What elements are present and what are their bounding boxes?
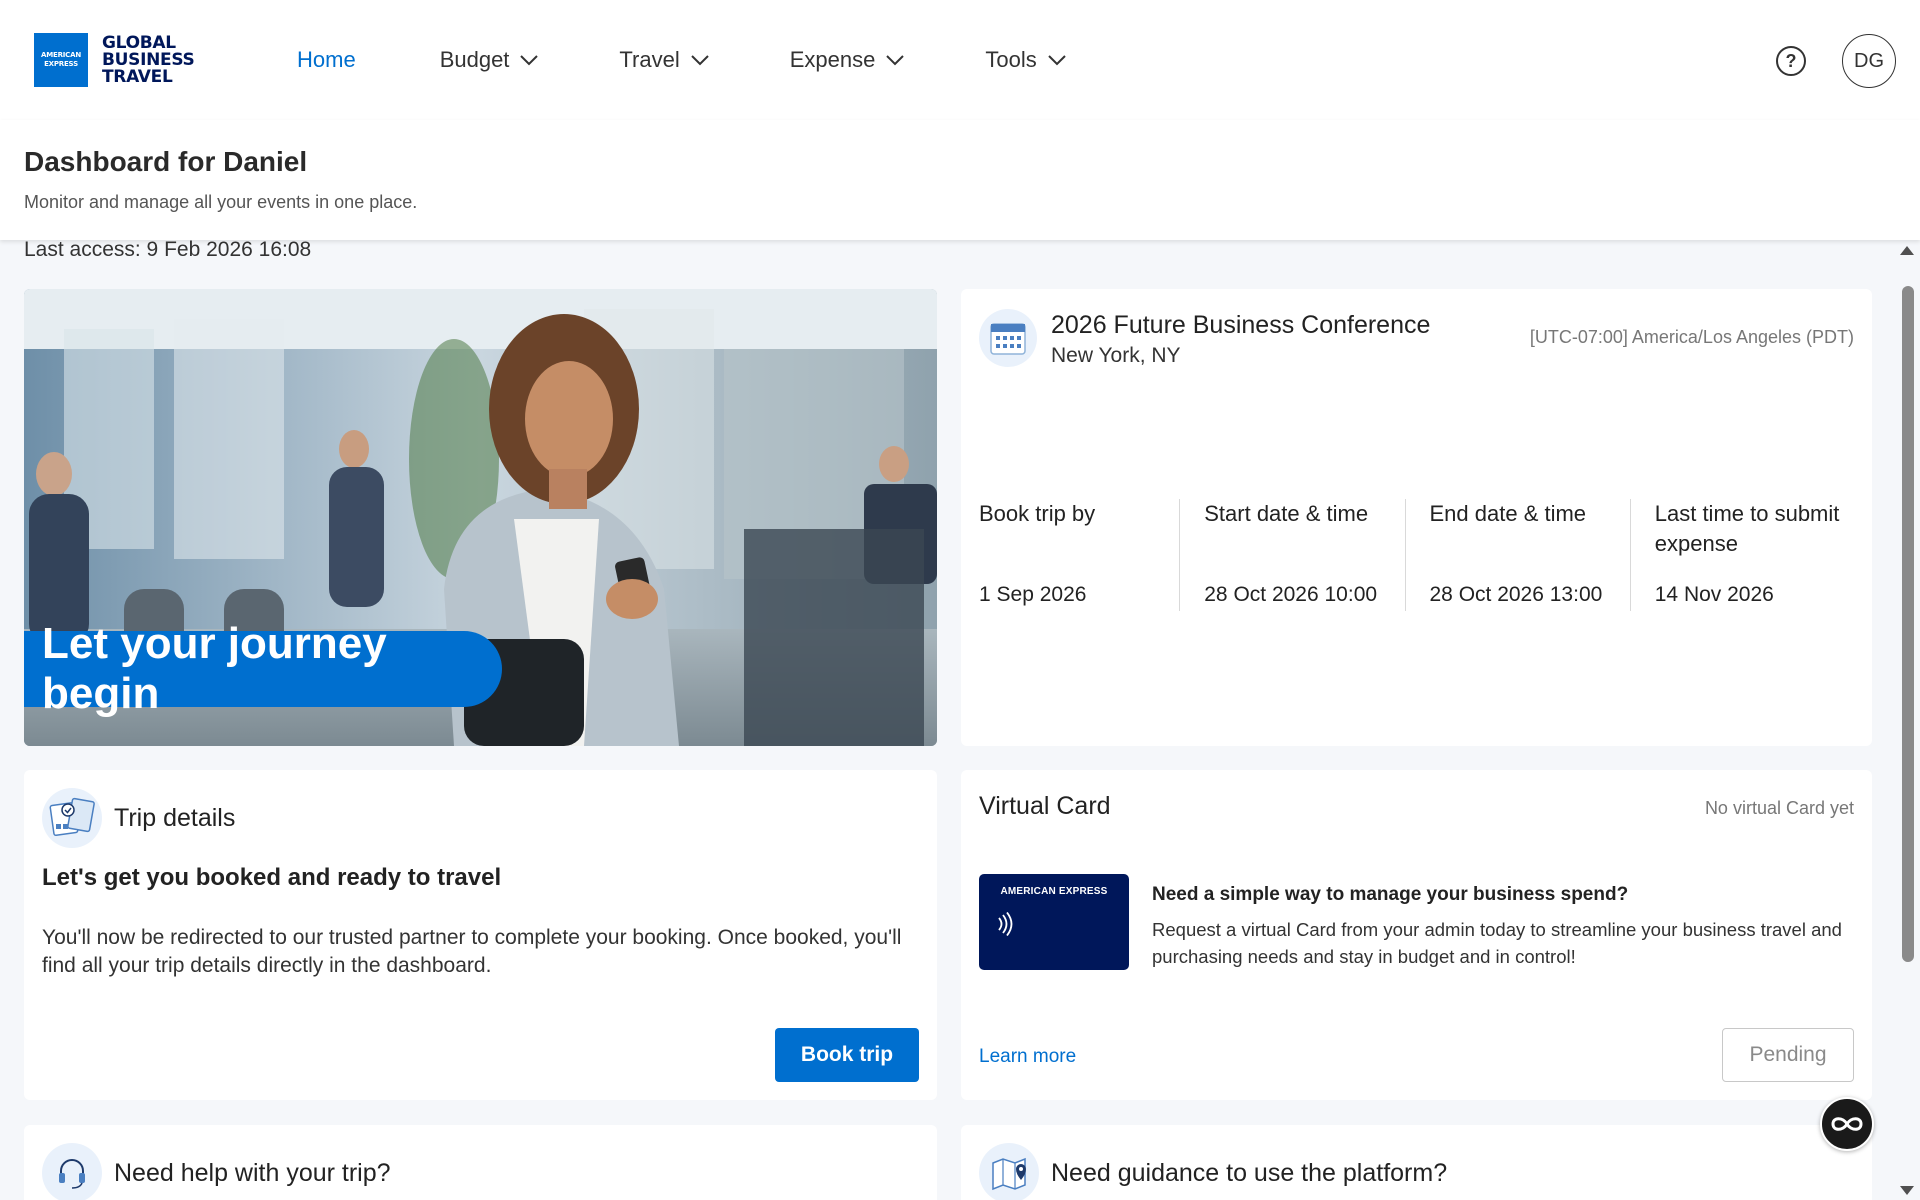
chat-assistant-button[interactable]: [1820, 1097, 1874, 1151]
date-label: Book trip by: [979, 501, 1096, 526]
event-timezone: [UTC-07:00] America/Los Angeles (PDT): [1529, 327, 1854, 347]
map-pin-icon: [979, 1143, 1039, 1200]
amex-card-image: AMERICAN EXPRESS: [979, 874, 1129, 970]
event-title: 2026 Future Business Conference: [1051, 311, 1431, 339]
date-label: End date & time: [1429, 501, 1587, 526]
date-value: 1 Sep 2026: [979, 583, 1087, 606]
main-nav: Home Budget Travel Expense Tools: [297, 45, 1067, 75]
user-avatar[interactable]: DG: [1842, 34, 1896, 88]
trip-details-title: Trip details: [114, 804, 236, 832]
logo-text-line: TRAVEL: [102, 66, 173, 87]
contactless-icon: [998, 912, 1013, 936]
chevron-down-icon: [691, 55, 709, 66]
virtual-card-question: Need a simple way to manage your busines…: [1152, 884, 1629, 905]
date-book-trip-by: Book trip by 1 Sep 2026: [979, 499, 1179, 611]
date-label: Last time to submit expense: [1654, 501, 1840, 556]
platform-guidance-card[interactable]: Need guidance to use the platform?: [961, 1125, 1872, 1200]
hero-banner: Let your journey begin: [24, 619, 502, 718]
nav-item-label: Budget: [439, 47, 510, 72]
book-trip-button[interactable]: Book trip: [775, 1028, 919, 1082]
trip-help-title: Need help with your trip?: [114, 1159, 391, 1187]
nav-item-expense[interactable]: Expense: [790, 45, 906, 75]
help-icon-glyph: ?: [1785, 50, 1797, 71]
last-access-text: Last access: 9 Feb 2026 16:08: [24, 238, 312, 261]
nav-item-travel[interactable]: Travel: [619, 45, 709, 75]
headset-icon: [42, 1143, 102, 1200]
virtual-card-status: No virtual Card yet: [1704, 798, 1854, 818]
logo-text-line: BUSINESS: [102, 49, 195, 70]
virtual-card-card: Virtual Card No virtual Card yet AMERICA…: [961, 770, 1872, 1100]
amex-card-brand: AMERICAN EXPRESS: [1000, 886, 1108, 897]
trip-details-card: Trip details Let's get you booked and re…: [24, 770, 937, 1100]
event-location: New York, NY: [1051, 344, 1181, 367]
trip-help-card[interactable]: Need help with your trip?: [24, 1125, 937, 1200]
chevron-down-icon: [886, 55, 905, 66]
virtual-card-description: Request a virtual Card from your admin t…: [1152, 919, 1842, 967]
infinity-icon: [1831, 1117, 1863, 1131]
page-header: Dashboard for Daniel Monitor and manage …: [0, 120, 1920, 240]
nav-item-label: Expense: [789, 47, 876, 72]
logo-text-line: GLOBAL: [102, 32, 176, 53]
chevron-down-icon: [520, 55, 539, 66]
scroll-up-arrow-icon[interactable]: [1900, 246, 1914, 255]
logo-box-line: AMERICAN: [41, 51, 81, 59]
nav-item-tools[interactable]: Tools: [985, 45, 1066, 75]
chevron-down-icon: [1048, 55, 1066, 66]
platform-guidance-title: Need guidance to use the platform?: [1051, 1159, 1448, 1187]
trip-body-text: You'll now be redirected to our trusted …: [42, 926, 902, 977]
amex-logo-box: AMERICAN EXPRESS: [34, 33, 88, 87]
date-value: 28 Oct 2026 13:00: [1429, 583, 1603, 606]
learn-more-link[interactable]: Learn more: [979, 1046, 1076, 1068]
nav-item-home[interactable]: Home: [297, 45, 356, 75]
nav-item-budget[interactable]: Budget: [440, 45, 540, 75]
date-label: Start date & time: [1204, 501, 1369, 526]
logo-wordmark: GLOBAL BUSINESS TRAVEL: [102, 32, 195, 87]
pending-button[interactable]: Pending: [1722, 1028, 1854, 1082]
nav-item-label: Tools: [985, 47, 1037, 72]
page-subtitle: Monitor and manage all your events in on…: [24, 192, 418, 212]
scrollbar-thumb[interactable]: [1902, 286, 1914, 962]
date-value: 28 Oct 2026 10:00: [1204, 583, 1378, 606]
nav-item-label: Travel: [619, 47, 680, 72]
top-navigation: AMERICAN EXPRESS GLOBAL BUSINESS TRAVEL …: [0, 0, 1920, 120]
scroll-down-arrow-icon[interactable]: [1900, 1186, 1914, 1195]
calendar-icon: [979, 309, 1037, 367]
date-expense-deadline: Last time to submit expense 14 Nov 2026: [1629, 499, 1855, 611]
event-dates: Book trip by 1 Sep 2026 Start date & tim…: [979, 499, 1855, 611]
event-card: 2026 Future Business Conference New York…: [961, 289, 1872, 746]
date-end: End date & time 28 Oct 2026 13:00: [1404, 499, 1630, 611]
amex-gbt-logo[interactable]: AMERICAN EXPRESS GLOBAL BUSINESS TRAVEL: [34, 33, 195, 87]
page-title: Dashboard for Daniel: [24, 146, 308, 177]
trip-documents-icon: [42, 788, 102, 848]
avatar-initials: DG: [1854, 49, 1884, 72]
help-icon[interactable]: ?: [1776, 46, 1806, 76]
nav-item-label: Home: [297, 47, 356, 72]
date-value: 14 Nov 2026: [1654, 583, 1774, 606]
trip-heading: Let's get you booked and ready to travel: [42, 864, 502, 891]
hero-image: Let your journey begin: [24, 289, 937, 746]
virtual-card-title: Virtual Card: [979, 792, 1111, 820]
logo-box-line: EXPRESS: [44, 60, 78, 68]
date-start: Start date & time 28 Oct 2026 10:00: [1179, 499, 1404, 611]
